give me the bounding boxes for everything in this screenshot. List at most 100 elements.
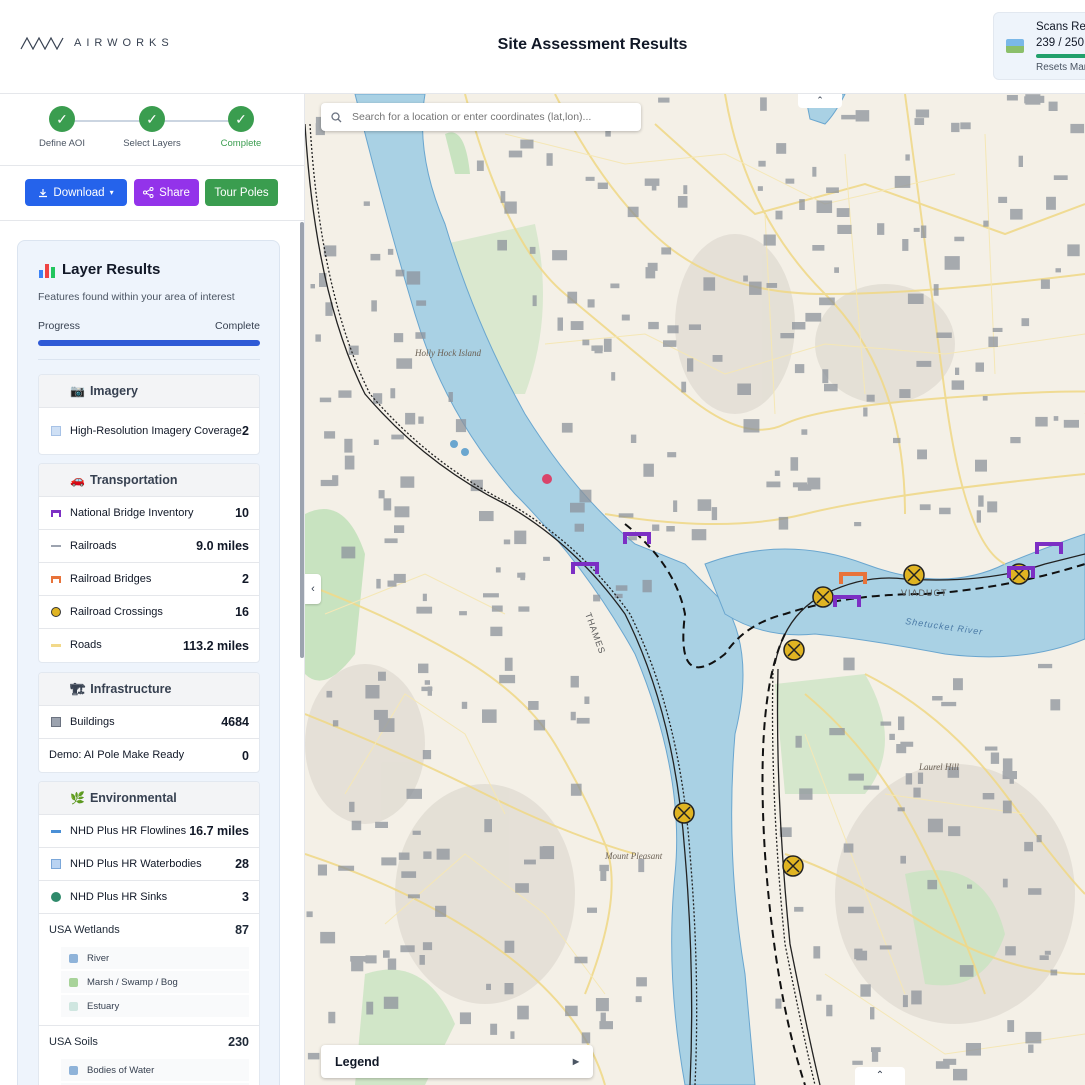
building-footprint <box>315 334 321 342</box>
layer-row-railroad-crossings[interactable]: Railroad Crossings 16 <box>39 596 259 629</box>
layer-row-railroads[interactable]: Railroads 9.0 miles <box>39 530 259 563</box>
building-footprint <box>863 407 868 417</box>
building-footprint <box>645 267 656 279</box>
layer-row-buildings[interactable]: Buildings 4684 <box>39 706 259 739</box>
building-footprint <box>866 394 875 402</box>
building-footprint <box>661 247 672 255</box>
collapse-sidebar-tab[interactable]: ‹ <box>305 574 321 604</box>
scans-remaining-card: Scans Re 239 / 250 Resets Mar <box>993 12 1085 80</box>
building-footprint <box>711 507 718 521</box>
building-footprint <box>932 696 943 701</box>
layer-row-railroad-bridges[interactable]: Railroad Bridges 2 <box>39 563 259 596</box>
map-label: Holly Hock Island <box>414 348 481 358</box>
building-footprint <box>418 416 424 424</box>
building-footprint <box>407 894 420 899</box>
building-footprint <box>326 690 333 698</box>
building-footprint <box>1044 950 1051 955</box>
section-title: Infrastructure <box>90 682 172 696</box>
building-footprint <box>870 1007 875 1020</box>
building-footprint <box>1048 101 1058 111</box>
step-complete[interactable]: ✓ Complete <box>196 106 286 149</box>
expand-bottom-tab[interactable]: ⌃ <box>855 1067 905 1085</box>
building-footprint <box>1005 946 1016 956</box>
building-footprint <box>687 358 694 372</box>
building-footprint <box>951 122 960 133</box>
legend-swatch <box>69 1065 78 1075</box>
layer-count: 4684 <box>221 715 249 729</box>
layer-count: 28 <box>235 857 249 871</box>
layer-row-nhd-flowlines[interactable]: NHD Plus HR Flowlines 16.7 miles <box>39 815 259 848</box>
building-footprint <box>307 1052 320 1060</box>
layer-row-nhd-waterbodies[interactable]: NHD Plus HR Waterbodies 28 <box>39 848 259 881</box>
building-footprint <box>902 995 908 1008</box>
building-footprint <box>819 297 835 306</box>
building-footprint <box>1055 268 1061 273</box>
building-footprint <box>667 325 679 334</box>
layer-row-imagery-coverage[interactable]: High-Resolution Imagery Coverage 2 <box>39 408 259 454</box>
building-footprint <box>775 210 783 220</box>
section-header-imagery[interactable]: 📷 Imagery <box>39 375 259 408</box>
building-footprint <box>373 709 388 720</box>
building-footprint <box>628 536 637 541</box>
share-button[interactable]: Share <box>134 179 199 206</box>
class-name: Estuary <box>87 1000 120 1012</box>
building-footprint <box>363 201 370 206</box>
layer-row-national-bridge-inventory[interactable]: National Bridge Inventory 10 <box>39 497 259 530</box>
section-title: Environmental <box>89 791 177 805</box>
tour-poles-button[interactable]: Tour Poles <box>205 179 278 206</box>
building-footprint <box>757 186 763 191</box>
share-label: Share <box>159 186 190 199</box>
step-select-layers[interactable]: ✓ Select Layers <box>107 106 197 149</box>
building-footprint <box>983 220 989 227</box>
map-search-box[interactable] <box>321 103 641 131</box>
map-search-input[interactable] <box>352 111 622 123</box>
building-footprint <box>982 396 988 401</box>
building-footprint <box>384 538 398 544</box>
map-legend-toggle[interactable]: Legend ▶ <box>321 1045 593 1078</box>
building-footprint <box>667 452 677 458</box>
building-footprint <box>1053 416 1059 421</box>
layer-count: 16 <box>235 605 249 619</box>
building-footprint <box>636 977 647 987</box>
building-footprint <box>913 787 921 798</box>
results-scroll-area[interactable]: Layer Results Features found within your… <box>0 221 304 1085</box>
action-bar: Download ▾ Share Tour Poles <box>0 166 304 221</box>
layer-row-usa-soils[interactable]: USA Soils 230 <box>39 1026 259 1058</box>
map-label: Laurel Hill <box>918 762 959 772</box>
building-footprint <box>848 906 864 914</box>
building-footprint <box>843 657 855 671</box>
building-footprint <box>595 998 609 1012</box>
layer-row-usa-wetlands[interactable]: USA Wetlands 87 <box>39 914 259 946</box>
download-icon <box>39 188 48 197</box>
collapse-top-tab[interactable]: ⌃ <box>798 94 842 108</box>
building-footprint <box>683 185 688 195</box>
step-define-aoi[interactable]: ✓ Define AOI <box>17 106 107 149</box>
building-footprint <box>927 879 938 890</box>
building-footprint <box>927 818 943 833</box>
building-footprint <box>341 546 356 559</box>
building-footprint <box>497 239 507 251</box>
layer-row-nhd-sinks[interactable]: NHD Plus HR Sinks 3 <box>39 881 259 914</box>
building-footprint <box>396 358 413 369</box>
section-header-transportation[interactable]: 🚗 Transportation <box>39 464 259 497</box>
progress-status: Complete <box>215 320 260 332</box>
building-footprint <box>794 364 805 374</box>
building-footprint <box>987 501 998 513</box>
layer-row-roads[interactable]: Roads 113.2 miles <box>39 629 259 662</box>
section-header-infrastructure[interactable]: 🏗 Infrastructure <box>39 673 259 706</box>
building-footprint <box>570 675 579 688</box>
building-footprint <box>712 355 723 362</box>
download-button[interactable]: Download ▾ <box>25 179 127 206</box>
railroad-bridge-icon <box>51 575 61 583</box>
map-view[interactable]: Holly Hock Island Laurel Hill Mount Plea… <box>305 94 1085 1085</box>
section-header-environmental[interactable]: 🌿 Environmental <box>39 782 259 815</box>
building-footprint <box>978 495 984 507</box>
building-footprint <box>461 701 468 709</box>
layer-row-ai-pole-make-ready[interactable]: Demo: AI Pole Make Ready 0 <box>39 739 259 772</box>
building-footprint <box>328 1011 336 1024</box>
building-footprint <box>520 139 534 149</box>
building-footprint <box>427 686 432 696</box>
map-canvas[interactable]: Holly Hock Island Laurel Hill Mount Plea… <box>305 94 1085 1085</box>
sidebar-scrollbar[interactable] <box>300 222 304 658</box>
building-footprint <box>344 438 353 453</box>
